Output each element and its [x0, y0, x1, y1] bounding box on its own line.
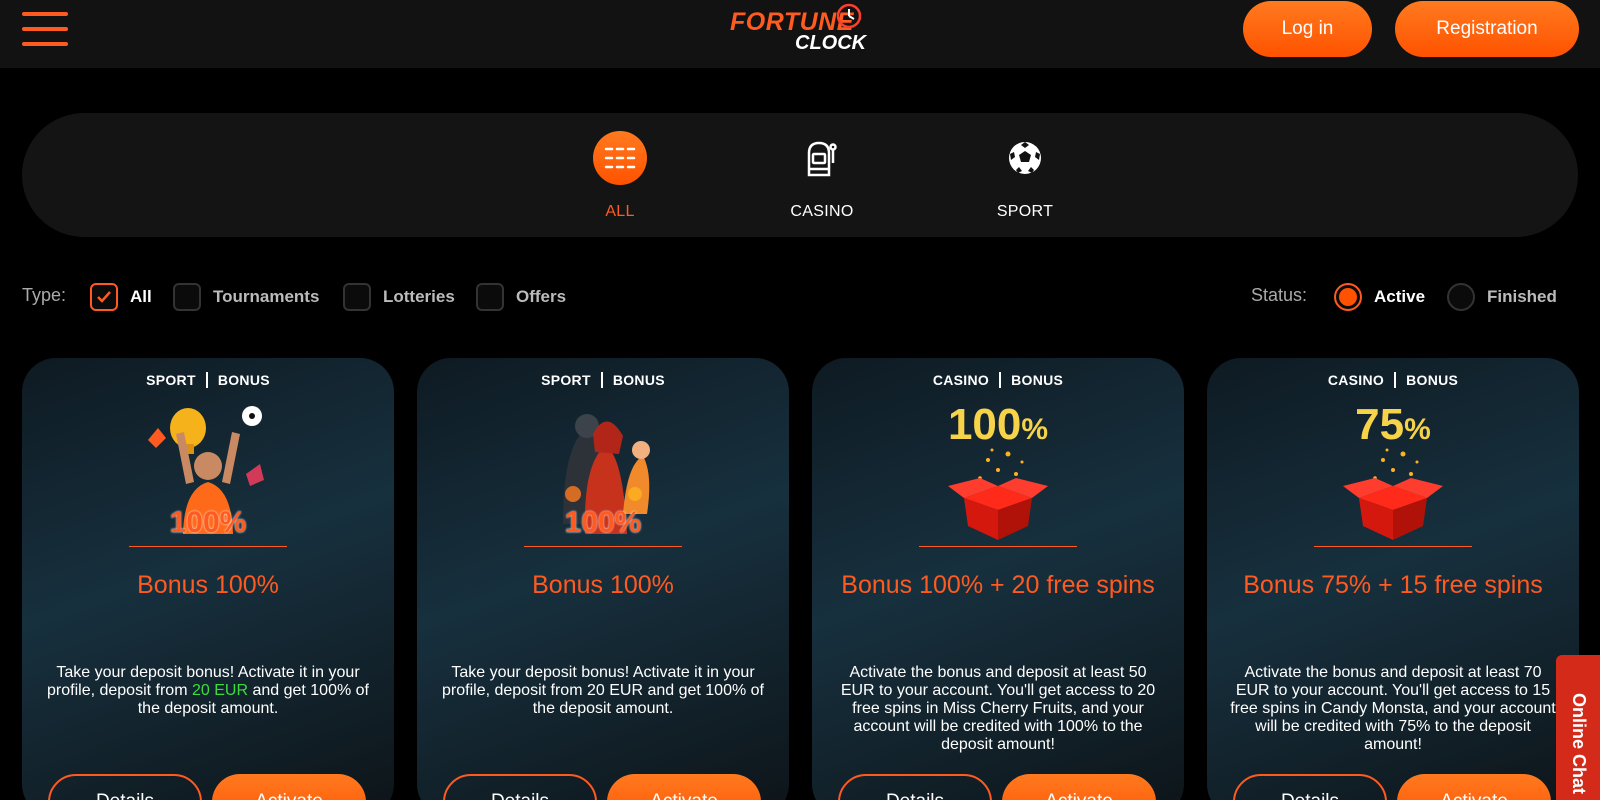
card-divider — [129, 546, 287, 547]
card-artwork: 75% — [1313, 394, 1473, 544]
card-title: Bonus 75% + 15 free spins — [1243, 571, 1543, 599]
registration-button[interactable]: Registration — [1395, 1, 1579, 57]
art-percent-text: 100% — [564, 506, 642, 539]
details-button[interactable]: Details — [48, 774, 202, 800]
card-tags: CASINO BONUS — [812, 372, 1184, 388]
bonus-card: SPORT BONUS 100% Bonus 100% Take your dep… — [22, 358, 394, 800]
radio-label: Finished — [1487, 287, 1557, 306]
card-description: Take your deposit bonus! Activate it in … — [442, 664, 764, 717]
card-tags: SPORT BONUS — [22, 372, 394, 388]
tab-sport[interactable]: SPORT — [955, 131, 1095, 221]
online-chat-label: Online Chat — [1569, 693, 1589, 795]
card-title: Bonus 100% — [137, 571, 279, 599]
site-logo[interactable]: FORTUNE CLOCK — [730, 2, 880, 58]
bonus-card: SPORT BONUS 100% Bonus 100% Take your dep… — [417, 358, 789, 800]
status-radio-active[interactable]: Active — [1334, 282, 1425, 312]
tag-type: BONUS — [1011, 372, 1064, 388]
soccer-ball-icon — [998, 131, 1052, 185]
gift-box-icon — [948, 448, 1048, 540]
checkbox-label: Tournaments — [213, 287, 320, 306]
tag-type: BONUS — [217, 372, 270, 388]
card-description: Take your deposit bonus! Activate it in … — [47, 664, 369, 717]
tag-category: SPORT — [146, 372, 196, 388]
highlight-amount: 20 EUR — [191, 682, 248, 699]
tab-casino[interactable]: CASINO — [752, 131, 892, 221]
bonus-card: CASINO BONUS 75% Bonus 75% + 15 free spin… — [1207, 358, 1579, 800]
online-chat-tab[interactable]: Online Chat — [1556, 655, 1600, 800]
card-divider — [1314, 546, 1472, 547]
tag-category: SPORT — [541, 372, 591, 388]
status-filter-label: Status: — [1251, 285, 1308, 305]
checkbox-label: Lotteries — [383, 287, 455, 306]
gift-box-icon — [1343, 448, 1443, 540]
card-title: Bonus 100% + 20 free spins — [841, 571, 1155, 599]
checkbox-box[interactable] — [476, 283, 504, 311]
activate-button[interactable]: Activate — [1397, 774, 1551, 800]
tag-type: BONUS — [1406, 372, 1459, 388]
checkbox-box[interactable] — [90, 283, 118, 311]
details-button[interactable]: Details — [1233, 774, 1387, 800]
login-button[interactable]: Log in — [1243, 1, 1372, 57]
tab-sport-label: SPORT — [996, 203, 1054, 220]
tab-all-label: ALL — [605, 203, 635, 220]
details-button[interactable]: Details — [838, 774, 992, 800]
logo-text-line2: CLOCK — [795, 32, 867, 54]
tag-category: CASINO — [932, 372, 990, 388]
slot-machine-icon — [795, 131, 849, 185]
grid-icon — [593, 131, 647, 185]
radio-dot[interactable] — [1447, 283, 1475, 311]
activate-button[interactable]: Activate — [607, 774, 761, 800]
bonus-card: CASINO BONUS 100% Bonus 100% + 20 free sp… — [812, 358, 1184, 800]
card-description: Activate the bonus and deposit at least … — [840, 664, 1156, 753]
activate-button[interactable]: Activate — [1002, 774, 1156, 800]
radio-dot[interactable] — [1334, 283, 1362, 311]
card-title: Bonus 100% — [532, 571, 674, 599]
tab-all[interactable]: ALL — [550, 131, 690, 221]
type-filter-label: Type: — [22, 285, 67, 305]
clock-icon — [836, 3, 862, 29]
checkbox-label: All — [130, 287, 152, 306]
radio-label: Active — [1374, 287, 1426, 306]
card-artwork: 100% — [918, 394, 1078, 544]
tag-type: BONUS — [612, 372, 665, 388]
card-divider — [919, 546, 1077, 547]
checkbox-box[interactable] — [343, 283, 371, 311]
card-artwork: 100% — [128, 394, 288, 544]
menu-icon[interactable] — [22, 10, 68, 48]
activate-button[interactable]: Activate — [212, 774, 366, 800]
checkbox-box[interactable] — [173, 283, 201, 311]
type-checkbox-offers[interactable]: Offers — [476, 282, 566, 312]
status-radio-finished[interactable]: Finished — [1447, 282, 1557, 312]
tab-casino-label: CASINO — [790, 203, 854, 220]
card-tags: CASINO BONUS — [1207, 372, 1579, 388]
checkbox-label: Offers — [516, 287, 567, 306]
type-checkbox-tournaments[interactable]: Tournaments — [173, 282, 319, 312]
card-divider — [524, 546, 682, 547]
type-checkbox-all[interactable]: All — [90, 282, 152, 312]
card-description: Activate the bonus and deposit at least … — [1230, 664, 1556, 753]
checkmark-icon — [97, 291, 111, 303]
card-tags: SPORT BONUS — [417, 372, 789, 388]
art-percent-text: 100% — [169, 506, 247, 539]
card-artwork: 100% — [523, 394, 683, 544]
top-header: FORTUNE CLOCK Log in Registration — [0, 0, 1600, 68]
tag-category: CASINO — [1327, 372, 1385, 388]
category-tabs: ALL CASINO SPORT — [22, 113, 1578, 237]
type-checkbox-lotteries[interactable]: Lotteries — [343, 282, 455, 312]
details-button[interactable]: Details — [443, 774, 597, 800]
